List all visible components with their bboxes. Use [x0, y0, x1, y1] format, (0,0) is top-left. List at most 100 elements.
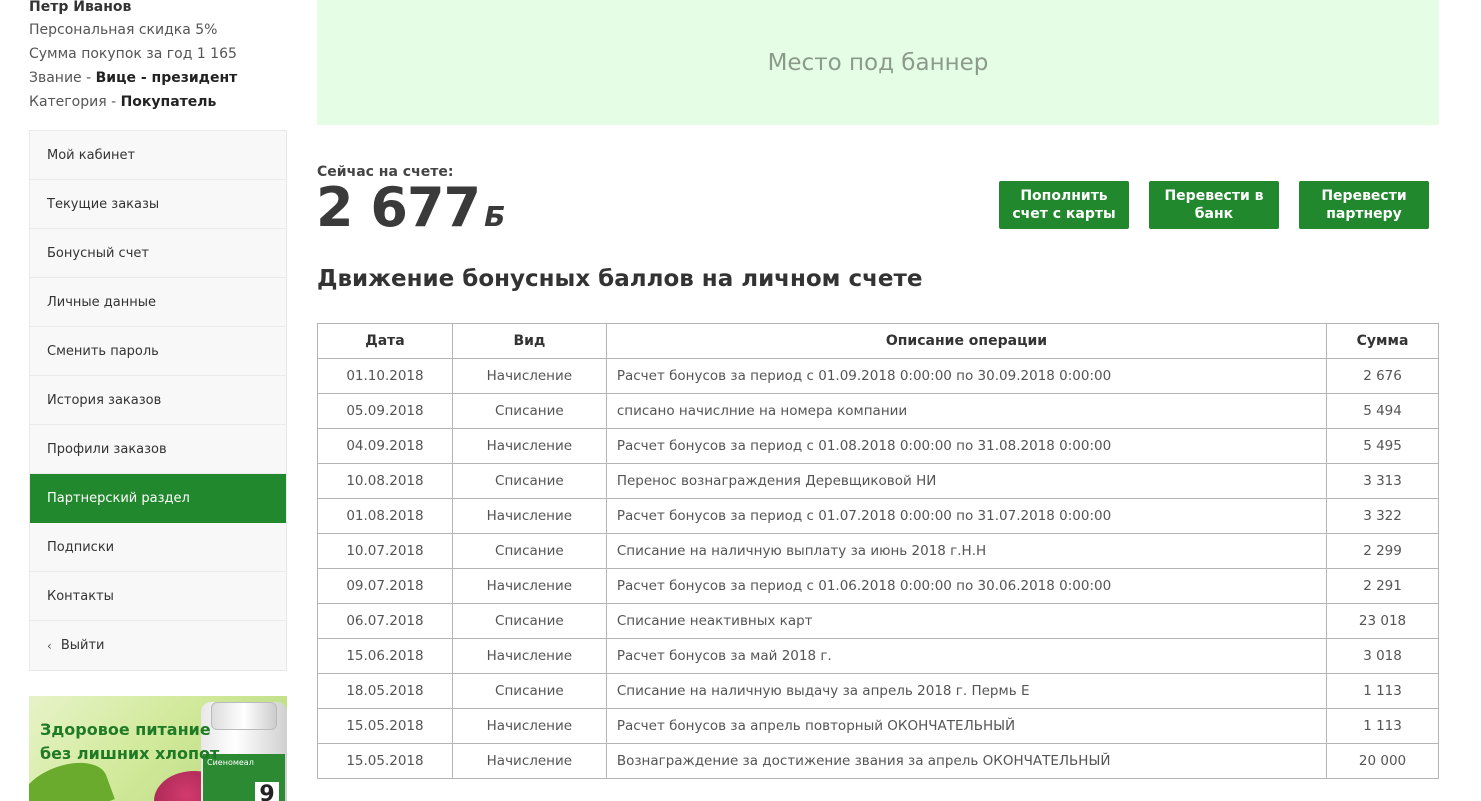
- sidebar-item-order-profiles[interactable]: Профили заказов: [30, 425, 286, 474]
- cell-description: Расчет бонусов за май 2018 г.: [605, 638, 1328, 674]
- cell-amount: 2 676: [1326, 358, 1439, 394]
- cell-description: Расчет бонусов за период с 01.08.2018 0:…: [605, 428, 1328, 464]
- sidebar-item-label: Подписки: [47, 539, 115, 555]
- cell-description: Перенос вознаграждения Деревщиковой НИ: [605, 463, 1328, 499]
- user-info: Петр Иванов Персональная скидка 5% Сумма…: [29, 0, 289, 114]
- cell-description: Списание неактивных карт: [605, 603, 1328, 639]
- cell-amount: 5 495: [1326, 428, 1439, 464]
- cell-date: 06.07.2018: [317, 603, 453, 639]
- cell-description: Расчет бонусов за апрель повторный ОКОНЧ…: [605, 708, 1328, 744]
- sidebar-item-logout[interactable]: ‹ Выйти: [30, 621, 286, 670]
- cell-type: Начисление: [451, 743, 607, 779]
- topup-from-card-button[interactable]: Пополнить счет с карты: [999, 181, 1129, 229]
- user-name: Петр Иванов: [29, 0, 132, 15]
- cell-type: Начисление: [451, 428, 607, 464]
- user-category-label: Категория -: [29, 94, 121, 110]
- sidebar-item-bonus-account[interactable]: Бонусный счет: [30, 229, 286, 278]
- sidebar-item-my-cabinet[interactable]: Мой кабинет: [30, 131, 286, 180]
- sidebar-item-partner-section[interactable]: Партнерский раздел: [30, 474, 286, 523]
- sidebar-item-label: История заказов: [47, 392, 162, 408]
- table-row: 10.07.2018 Списание Списание на наличную в…: [317, 533, 1439, 569]
- cell-amount: 3 322: [1326, 498, 1439, 534]
- table-row: 10.08.2018 Списание Перенос вознаграждения…: [317, 463, 1439, 499]
- sidebar-item-contacts[interactable]: Контакты: [30, 572, 286, 621]
- sidebar-item-label: Выйти: [60, 638, 105, 653]
- sidebar-item-label: Мой кабинет: [47, 147, 136, 163]
- sidebar-item-change-password[interactable]: Сменить пароль: [30, 327, 286, 376]
- cell-description: списано начислние на номера компании: [605, 393, 1328, 429]
- cell-amount: 2 299: [1326, 533, 1439, 569]
- user-discount: Персональная скидка 5%: [29, 22, 218, 38]
- balance-value: 2 677: [316, 176, 481, 239]
- cell-type: Списание: [451, 673, 607, 709]
- cell-amount: 1 113: [1326, 673, 1439, 709]
- banner-placeholder: Место под баннер: [317, 0, 1439, 125]
- cell-amount: 3 313: [1326, 463, 1439, 499]
- cell-type: Начисление: [451, 568, 607, 604]
- column-header-type: Вид: [451, 323, 607, 359]
- cell-type: Списание: [451, 463, 607, 499]
- promo-banner[interactable]: Сиеномеал 9 Здоровое питание без лишних …: [29, 696, 287, 801]
- banner-text: Место под баннер: [767, 49, 989, 76]
- sidebar-menu: Мой кабинет Текущие заказы Бонусный счет…: [29, 130, 287, 671]
- user-purchases: Сумма покупок за год 1 165: [29, 46, 237, 62]
- transfer-to-partner-button[interactable]: Перевести партнеру: [1299, 181, 1429, 229]
- user-category: Категория - Покупатель: [29, 90, 289, 114]
- table-row: 15.06.2018 Начисление Расчет бонусов за ма…: [317, 638, 1439, 674]
- cell-date: 09.07.2018: [317, 568, 453, 604]
- promo-text-line2: без лишних хлопот: [40, 744, 220, 763]
- user-rank: Звание - Вице - президент: [29, 66, 289, 90]
- table-row: 04.09.2018 Начисление Расчет бонусов за пе…: [317, 428, 1439, 464]
- cell-date: 10.08.2018: [317, 463, 453, 499]
- cell-description: Расчет бонусов за период с 01.09.2018 0:…: [605, 358, 1328, 394]
- user-category-value: Покупатель: [120, 94, 217, 110]
- cell-description: Расчет бонусов за период с 01.06.2018 0:…: [605, 568, 1328, 604]
- table-row: 15.05.2018 Начисление Вознаграждение за до…: [317, 743, 1439, 779]
- cell-type: Списание: [451, 603, 607, 639]
- sidebar-item-current-orders[interactable]: Текущие заказы: [30, 180, 286, 229]
- promo-text-line1: Здоровое питание: [40, 720, 211, 739]
- transfer-to-bank-button[interactable]: Перевести в банк: [1149, 181, 1279, 229]
- sidebar-item-label: Текущие заказы: [47, 196, 160, 212]
- cell-type: Начисление: [451, 638, 607, 674]
- table-row: 18.05.2018 Списание Списание на наличную в…: [317, 673, 1439, 709]
- cell-description: Списание на наличную выплату за июнь 201…: [605, 533, 1328, 569]
- sidebar-item-label: Контакты: [47, 588, 114, 604]
- cell-date: 04.09.2018: [317, 428, 453, 464]
- table-header-row: Дата Вид Описание операции Сумма: [317, 323, 1439, 359]
- cell-type: Начисление: [451, 358, 607, 394]
- sidebar-item-subscriptions[interactable]: Подписки: [30, 523, 286, 572]
- column-header-description: Описание операции: [605, 323, 1328, 359]
- sidebar-item-label: Партнерский раздел: [47, 490, 190, 506]
- cell-date: 01.08.2018: [317, 498, 453, 534]
- user-rank-value: Вице - президент: [95, 70, 238, 86]
- cell-amount: 5 494: [1326, 393, 1439, 429]
- cell-date: 15.05.2018: [317, 708, 453, 744]
- table-row: 06.07.2018 Списание Списание неактивных ка…: [317, 603, 1439, 639]
- sidebar-item-personal-data[interactable]: Личные данные: [30, 278, 286, 327]
- cell-date: 10.07.2018: [317, 533, 453, 569]
- cell-type: Начисление: [451, 498, 607, 534]
- table-row: 01.10.2018 Начисление Расчет бонусов за пе…: [317, 358, 1439, 394]
- cell-amount: 1 113: [1326, 708, 1439, 744]
- cell-date: 15.05.2018: [317, 743, 453, 779]
- sidebar-item-order-history[interactable]: История заказов: [30, 376, 286, 425]
- cell-type: Списание: [451, 393, 607, 429]
- sidebar-item-label: Бонусный счет: [47, 245, 149, 261]
- promo-text: Здоровое питание без лишних хлопот: [40, 718, 219, 766]
- cell-date: 05.09.2018: [317, 393, 453, 429]
- jar-number: 9: [255, 782, 279, 801]
- cell-amount: 20 000: [1326, 743, 1439, 779]
- balance-amount: 2 677 Б: [316, 176, 505, 249]
- cell-amount: 2 291: [1326, 568, 1439, 604]
- chevron-left-icon: ‹: [47, 638, 52, 653]
- column-header-amount: Сумма: [1326, 323, 1439, 359]
- cell-description: Расчет бонусов за период с 01.07.2018 0:…: [605, 498, 1328, 534]
- cell-description: Вознаграждение за достижение звания за а…: [605, 743, 1328, 779]
- cell-amount: 23 018: [1326, 603, 1439, 639]
- bonus-currency-icon: Б: [484, 200, 505, 233]
- transactions-table: Дата Вид Описание операции Сумма 01.10.2…: [317, 323, 1439, 779]
- table-row: 05.09.2018 Списание списано начислние на н…: [317, 393, 1439, 429]
- cell-type: Начисление: [451, 708, 607, 744]
- sidebar-item-label: Личные данные: [47, 294, 157, 310]
